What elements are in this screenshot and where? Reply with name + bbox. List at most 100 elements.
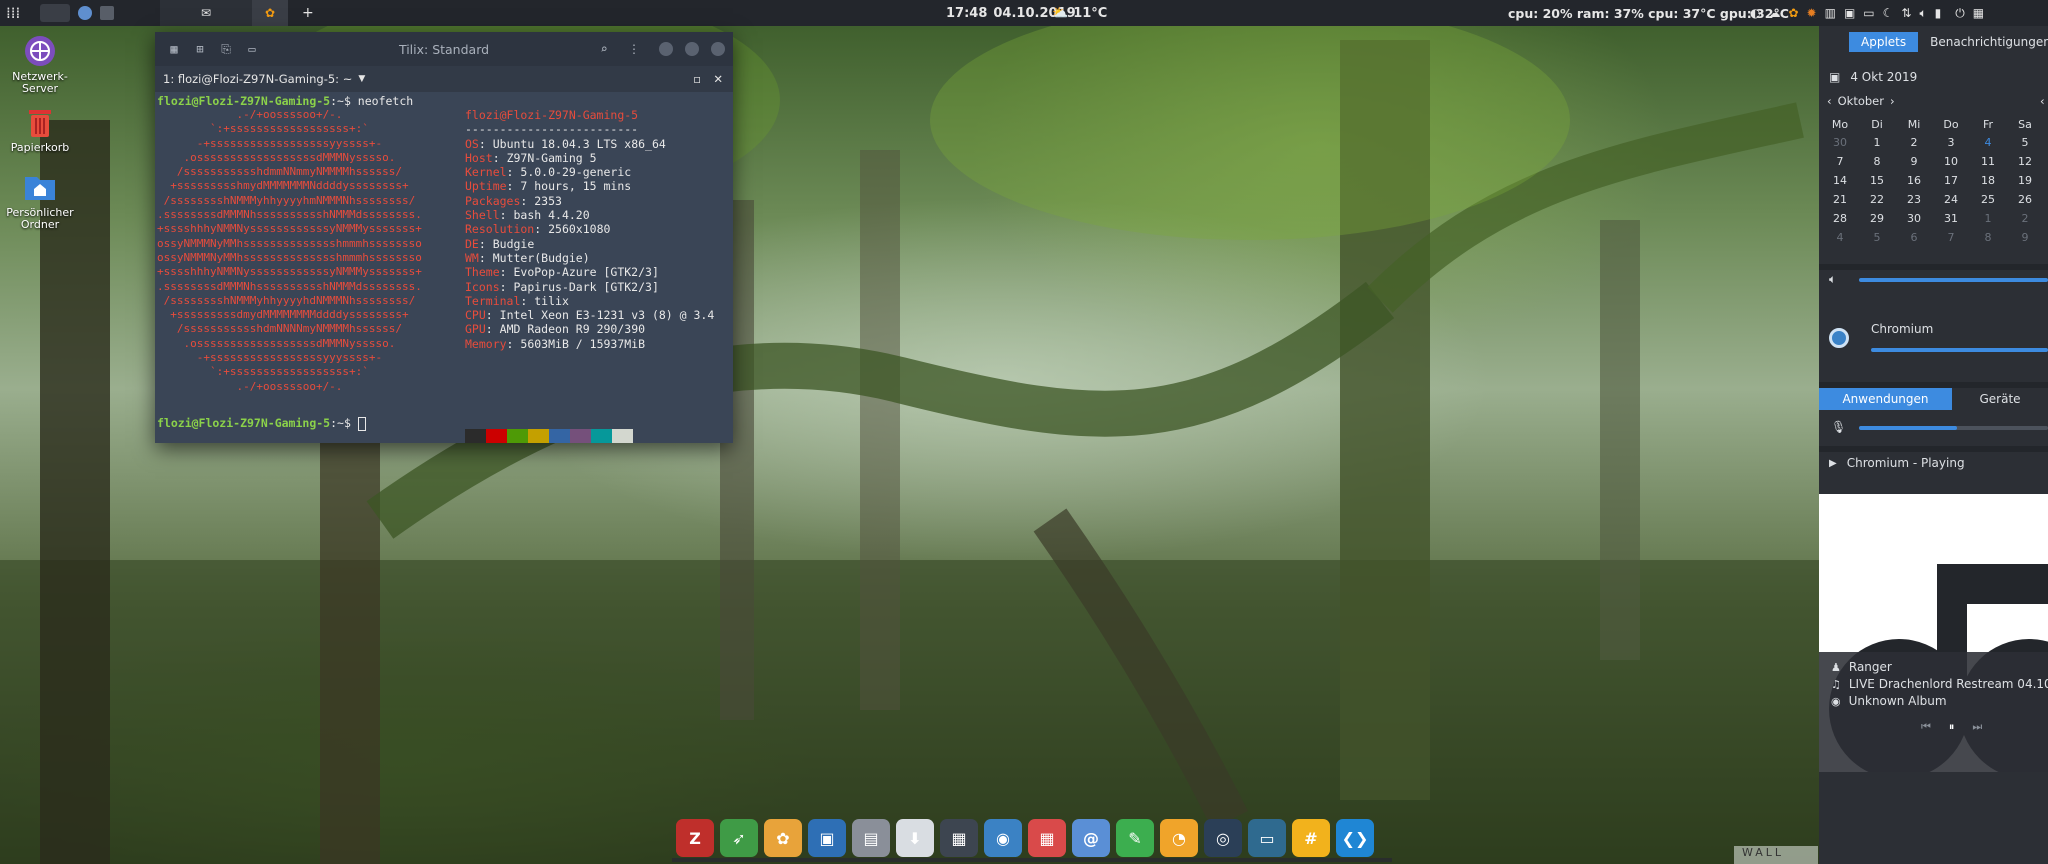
calendar-day[interactable]: 6: [1897, 231, 1931, 244]
dock-item-software-updates[interactable]: ⬇: [896, 819, 934, 857]
add-task-button[interactable]: +: [302, 0, 314, 26]
maximize-button[interactable]: [681, 38, 703, 60]
tray-bug-icon[interactable]: ✹: [1807, 6, 1817, 20]
calendar-day[interactable]: 15: [1860, 174, 1894, 187]
tray-card-icon[interactable]: ▭: [1863, 6, 1874, 20]
tab-dropdown-icon[interactable]: ▼: [358, 74, 365, 84]
tray-cloud-icon[interactable]: ☁: [1768, 6, 1780, 20]
tilix-task-icon[interactable]: [100, 6, 114, 20]
sidebar-icon[interactable]: ▭: [241, 38, 263, 60]
calendar-day[interactable]: 7: [1823, 155, 1857, 168]
calendar-day[interactable]: 24: [1934, 193, 1968, 206]
weather-applet[interactable]: ⛅ 11°C: [1052, 0, 1107, 26]
calendar-day[interactable]: 11: [1971, 155, 2005, 168]
desktop-icon-home[interactable]: Persönlicher Ordner: [2, 170, 78, 231]
calendar-day[interactable]: 3: [1934, 136, 1968, 149]
dock-item-chromium[interactable]: ◉: [984, 819, 1022, 857]
calendar-day[interactable]: 21: [1823, 193, 1857, 206]
tab-maximize-icon[interactable]: ▫: [693, 72, 701, 86]
dock-item-key-tool[interactable]: ✎: [1116, 819, 1154, 857]
calendar-day[interactable]: 8: [1971, 231, 2005, 244]
dock-item-rocket-launcher[interactable]: ➶: [720, 819, 758, 857]
pause-icon[interactable]: ⏸︎: [1949, 720, 1955, 734]
master-volume-slider[interactable]: [1859, 278, 2048, 282]
calendar-day[interactable]: 30: [1823, 136, 1857, 149]
tray-bars-icon[interactable]: ▥: [1825, 6, 1836, 20]
desktop-icon-trash[interactable]: Papierkorb: [2, 105, 78, 154]
calendar-day[interactable]: 22: [1860, 193, 1894, 206]
minimize-button[interactable]: [655, 38, 677, 60]
open-file-icon[interactable]: ⎘: [215, 38, 237, 60]
calendar-day[interactable]: 23: [1897, 193, 1931, 206]
terminal-tab[interactable]: 1: flozi@Flozi-Z97N-Gaming-5: ~ ▼ ▫ ✕: [155, 66, 733, 92]
dock-item-terminal-tilix[interactable]: ▦: [940, 819, 978, 857]
calendar-day[interactable]: 28: [1823, 212, 1857, 225]
raven-toggle-icon[interactable]: ▦: [1973, 6, 1984, 20]
calendar-day[interactable]: 30: [1897, 212, 1931, 225]
prev-month-icon[interactable]: ‹: [1827, 94, 1832, 108]
calendar-day[interactable]: 9: [2008, 231, 2042, 244]
mail-task[interactable]: ✉: [160, 0, 252, 26]
calendar-day[interactable]: 26: [2008, 193, 2042, 206]
chromium-task-icon[interactable]: [78, 6, 92, 20]
search-icon[interactable]: ⌕: [593, 38, 615, 60]
calendar-day[interactable]: 1: [1971, 212, 2005, 225]
close-button[interactable]: [707, 38, 729, 60]
more-options-icon[interactable]: ⋮: [623, 38, 645, 60]
dock-item-screen-cast[interactable]: ▭: [1248, 819, 1286, 857]
calendar-day[interactable]: 16: [1897, 174, 1931, 187]
battery-icon[interactable]: ▮: [1935, 6, 1942, 20]
tray-circle-icon[interactable]: ◐: [1750, 6, 1760, 20]
dock-item-steam[interactable]: ◎: [1204, 819, 1242, 857]
dock-item-file-manager[interactable]: ▤: [852, 819, 890, 857]
dock-item-gauge-app[interactable]: ◔: [1160, 819, 1198, 857]
calendar-day[interactable]: 2: [1897, 136, 1931, 149]
calendar-day[interactable]: 17: [1934, 174, 1968, 187]
power-icon[interactable]: ⏻: [1955, 6, 1965, 21]
calendar-day[interactable]: 4: [1971, 136, 2005, 149]
night-light-icon[interactable]: ☾: [1883, 6, 1894, 20]
dock-item-hashtag-app[interactable]: #: [1292, 819, 1330, 857]
window-titlebar[interactable]: ▦ ⊞ ⎘ ▭ Tilix: Standard ⌕ ⋮: [155, 32, 733, 66]
calendar-day[interactable]: 10: [1934, 155, 1968, 168]
tray-square-icon[interactable]: ▣: [1844, 6, 1855, 20]
next-icon[interactable]: ⏭︎: [1972, 720, 1982, 734]
dock-item-workspace-switcher[interactable]: ▣: [808, 819, 846, 857]
calendar-day[interactable]: 19: [2008, 174, 2042, 187]
mic-volume-slider[interactable]: [1859, 426, 1957, 430]
prev-year-icon[interactable]: ‹: [2040, 94, 2045, 108]
calendar-day[interactable]: 1: [1860, 136, 1894, 149]
dock-item-photos-pinwheel[interactable]: ✿: [764, 819, 802, 857]
tray-orange-icon[interactable]: ✿: [1788, 6, 1798, 20]
tab-devices[interactable]: Geräte: [1952, 388, 2048, 410]
next-month-icon[interactable]: ›: [1890, 94, 1895, 108]
previous-icon[interactable]: ⏮︎: [1921, 720, 1931, 734]
add-terminal-icon[interactable]: ▦: [163, 38, 185, 60]
calendar-day[interactable]: 12: [2008, 155, 2042, 168]
calendar-day[interactable]: 7: [1934, 231, 1968, 244]
calendar-day[interactable]: 4: [1823, 231, 1857, 244]
terminal-body[interactable]: flozi@Flozi-Z97N-Gaming-5:~$ neofetch .-…: [155, 92, 733, 443]
tab-close-icon[interactable]: ✕: [713, 72, 723, 86]
new-session-icon[interactable]: ⊞: [189, 38, 211, 60]
calendar-day[interactable]: 2: [2008, 212, 2042, 225]
calendar-day[interactable]: 31: [1934, 212, 1968, 225]
volume-icon[interactable]: 🔈︎: [1919, 6, 1926, 21]
dock-item-filezilla[interactable]: Z: [676, 819, 714, 857]
tab-applications[interactable]: Anwendungen: [1819, 388, 1952, 410]
calendar-day[interactable]: 5: [2008, 136, 2042, 149]
dock-item-mail[interactable]: @: [1072, 819, 1110, 857]
app-menu-button[interactable]: ⁞⁞⁞: [6, 0, 20, 26]
dock-item-vscode[interactable]: ❮❯: [1336, 819, 1374, 857]
tab-applets[interactable]: Applets: [1849, 32, 1919, 52]
calendar-day[interactable]: 8: [1860, 155, 1894, 168]
calendar-day[interactable]: 18: [1971, 174, 2005, 187]
system-monitor[interactable]: cpu: 20% ram: 37% cpu: 37°C gpu: 32°C: [1508, 0, 1789, 26]
calendar-day[interactable]: 14: [1823, 174, 1857, 187]
desktop-icon-network[interactable]: Netzwerk-Server: [2, 34, 78, 95]
calendar-day[interactable]: 25: [1971, 193, 2005, 206]
calendar-day[interactable]: 29: [1860, 212, 1894, 225]
mpris-header[interactable]: ▶ Chromium - Playing: [1829, 456, 1965, 470]
chromium-volume-slider[interactable]: [1871, 348, 2048, 352]
network-icon[interactable]: ⇅: [1901, 6, 1911, 20]
